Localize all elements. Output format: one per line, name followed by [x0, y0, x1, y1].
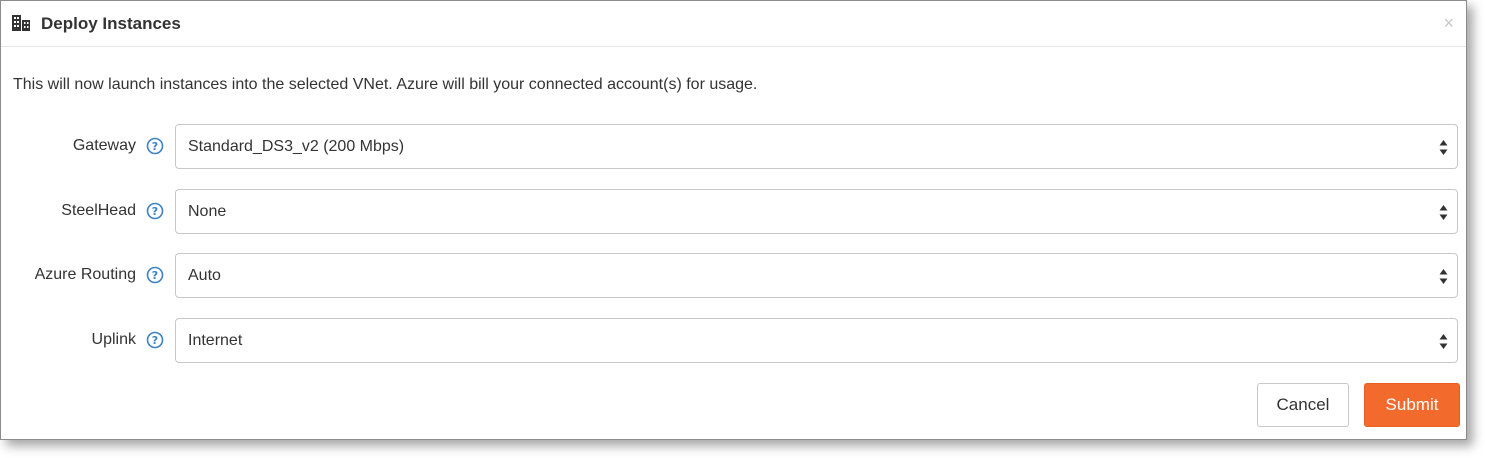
sort-arrows-icon — [1439, 205, 1448, 220]
building-icon — [12, 15, 30, 31]
uplink-select[interactable]: Internet — [175, 318, 1458, 363]
form-row-steelhead: SteelHead ? None — [1, 189, 1466, 235]
steelhead-select[interactable]: None — [175, 189, 1458, 234]
sort-arrows-icon — [1439, 334, 1448, 349]
azure-routing-label: Azure Routing — [34, 266, 136, 283]
help-icon[interactable]: ? — [146, 137, 164, 155]
submit-button[interactable]: Submit — [1364, 383, 1460, 427]
form-row-uplink: Uplink ? Internet — [1, 318, 1466, 364]
steelhead-label: SteelHead — [61, 202, 136, 219]
deploy-instances-dialog: Deploy Instances × This will now launch … — [0, 0, 1467, 440]
sort-arrows-icon — [1439, 140, 1448, 155]
gateway-select-value: Standard_DS3_v2 (200 Mbps) — [188, 138, 405, 155]
steelhead-select-value: None — [188, 203, 227, 220]
azure-routing-select-value: Auto — [188, 267, 221, 284]
svg-text:?: ? — [152, 269, 158, 282]
help-icon[interactable]: ? — [146, 266, 164, 284]
svg-text:?: ? — [152, 205, 158, 218]
uplink-select-value: Internet — [188, 332, 243, 349]
help-icon[interactable]: ? — [146, 331, 164, 349]
svg-text:?: ? — [152, 334, 158, 347]
azure-routing-select[interactable]: Auto — [175, 253, 1458, 298]
uplink-label: Uplink — [91, 331, 136, 348]
dialog-title: Deploy Instances — [41, 14, 181, 33]
close-icon[interactable]: × — [1443, 13, 1454, 33]
sort-arrows-icon — [1439, 269, 1448, 284]
gateway-select[interactable]: Standard_DS3_v2 (200 Mbps) — [175, 124, 1458, 169]
form-row-gateway: Gateway ? Standard_DS3_v2 (200 Mbps) — [1, 124, 1466, 170]
intro-text: This will now launch instances into the … — [13, 76, 758, 93]
help-icon[interactable]: ? — [146, 202, 164, 220]
form-row-azure-routing: Azure Routing ? Auto — [1, 253, 1466, 299]
cancel-button[interactable]: Cancel — [1257, 383, 1349, 427]
gateway-label: Gateway — [72, 137, 136, 154]
dialog-header: Deploy Instances × — [1, 1, 1466, 47]
svg-text:?: ? — [152, 140, 158, 153]
